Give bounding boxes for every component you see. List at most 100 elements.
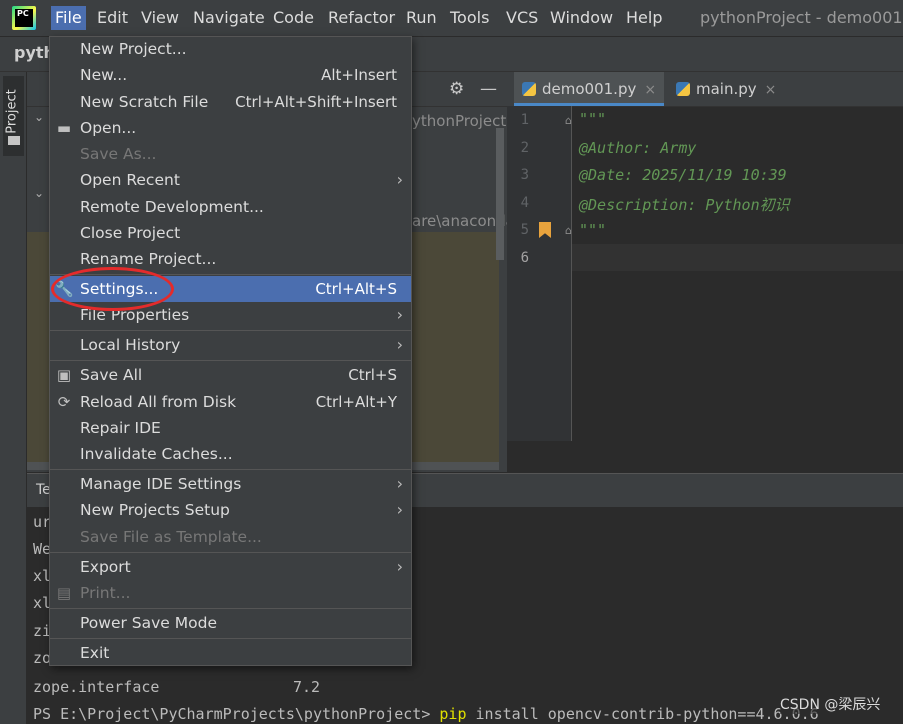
tab-label: demo001.py xyxy=(542,80,637,98)
menu-item-label: Repair IDE xyxy=(80,419,161,437)
menu-help[interactable]: Help xyxy=(622,6,666,30)
line-number: 6 xyxy=(520,250,529,266)
tree-node-path[interactable]: ythonProject xyxy=(412,112,506,130)
terminal-package-name: zope.interface xyxy=(33,678,160,696)
line-number: 2 xyxy=(520,140,529,156)
menu-code[interactable]: Code xyxy=(269,6,318,30)
chevron-right-icon: › xyxy=(396,305,403,324)
editor-gutter xyxy=(507,106,572,441)
menu-item-label: Open... xyxy=(80,119,137,137)
menu-item-print: ▤ Print... xyxy=(50,580,411,606)
chevron-right-icon: › xyxy=(396,335,403,354)
folder-icon xyxy=(8,136,20,145)
menu-item-shortcut: Ctrl+Alt+S xyxy=(315,280,397,298)
menu-item-shortcut: Alt+Insert xyxy=(321,66,397,84)
menu-item-local-history[interactable]: Local History › xyxy=(50,332,411,358)
chevron-down-icon[interactable]: ⌄ xyxy=(34,186,44,200)
chevron-down-icon[interactable]: ⌄ xyxy=(34,110,44,124)
minimize-icon[interactable]: — xyxy=(480,79,497,99)
menu-view[interactable]: View xyxy=(137,6,183,30)
menu-separator xyxy=(50,638,411,639)
menu-item-close-project[interactable]: Close Project xyxy=(50,220,411,246)
menu-item-label: Close Project xyxy=(80,224,181,242)
fold-marker-icon[interactable]: ⌂ xyxy=(565,114,572,127)
tab-label: main.py xyxy=(696,80,757,98)
menu-item-label: Save All xyxy=(80,366,143,384)
terminal-command-line: PS E:\Project\PyCharmProjects\pythonProj… xyxy=(33,705,819,723)
menu-tools[interactable]: Tools xyxy=(446,6,493,30)
menu-item-save-all[interactable]: ▣ Save All Ctrl+S xyxy=(50,362,411,388)
menu-item-new-projects-setup[interactable]: New Projects Setup › xyxy=(50,497,411,523)
menu-item-shortcut: Ctrl+Alt+Y xyxy=(315,393,397,411)
menu-separator xyxy=(50,552,411,553)
menu-item-repair-ide[interactable]: Repair IDE xyxy=(50,415,411,441)
vertical-scrollbar[interactable] xyxy=(496,128,504,260)
menu-item-save-as: Save As... xyxy=(50,141,411,167)
line-number: 3 xyxy=(520,167,529,183)
menu-item-export[interactable]: Export › xyxy=(50,554,411,580)
current-line-highlight xyxy=(572,244,903,271)
menu-item-new[interactable]: New... Alt+Insert xyxy=(50,62,411,88)
terminal-command-args: install opencv-contrib-python==4.6.0.6 xyxy=(466,705,819,723)
menu-separator xyxy=(50,469,411,470)
menu-item-power-save-mode[interactable]: Power Save Mode xyxy=(50,610,411,636)
pycharm-logo-icon: PC xyxy=(12,6,36,30)
menu-item-label: New Projects Setup xyxy=(80,501,230,519)
line-number: 4 xyxy=(520,195,529,211)
chevron-right-icon: › xyxy=(396,170,403,189)
menu-item-manage-ide-settings[interactable]: Manage IDE Settings › xyxy=(50,471,411,497)
menu-item-label: Invalidate Caches... xyxy=(80,445,233,463)
reload-icon: ⟳ xyxy=(57,393,71,411)
menu-item-new-project[interactable]: New Project... xyxy=(50,36,411,62)
terminal-command-keyword: pip xyxy=(439,705,467,723)
line-number: 5 xyxy=(520,222,529,238)
window-title: pythonProject - demo001.p xyxy=(700,8,903,27)
menu-separator xyxy=(50,360,411,361)
menu-item-open[interactable]: ▬ Open... xyxy=(50,115,411,141)
menu-item-remote-development[interactable]: Remote Development... xyxy=(50,194,411,220)
fold-marker-icon[interactable]: ⌂ xyxy=(565,224,572,237)
tab-demo001[interactable]: demo001.py × xyxy=(514,72,664,106)
terminal-prompt: PS E:\Project\PyCharmProjects\pythonProj… xyxy=(33,705,440,723)
project-tool-tab-label: Project xyxy=(4,89,20,134)
menu-item-new-scratch-file[interactable]: New Scratch File Ctrl+Alt+Shift+Insert xyxy=(50,89,411,115)
menu-vcs[interactable]: VCS xyxy=(502,6,542,30)
menu-item-label: Reload All from Disk xyxy=(80,393,237,411)
logo-text: PC xyxy=(15,9,33,27)
menu-file[interactable]: File xyxy=(51,6,86,30)
save-icon: ▣ xyxy=(56,366,72,384)
menu-item-label: Export xyxy=(80,558,131,576)
menu-edit[interactable]: Edit xyxy=(93,6,132,30)
watermark: CSDN @梁辰兴 xyxy=(780,694,881,714)
menu-run[interactable]: Run xyxy=(402,6,441,30)
code-line: @Date: 2025/11/19 10:39 xyxy=(579,166,787,184)
menu-window[interactable]: Window xyxy=(546,6,617,30)
close-icon[interactable]: × xyxy=(765,82,777,98)
menu-item-label: New Scratch File xyxy=(80,93,209,111)
close-icon[interactable]: × xyxy=(644,82,656,98)
menu-item-reload-all[interactable]: ⟳ Reload All from Disk Ctrl+Alt+Y xyxy=(50,389,411,415)
menu-item-save-file-as-template: Save File as Template... xyxy=(50,524,411,550)
menu-item-invalidate-caches[interactable]: Invalidate Caches... xyxy=(50,441,411,467)
folder-icon: ▬ xyxy=(56,119,72,137)
menu-navigate[interactable]: Navigate xyxy=(189,6,269,30)
menu-item-shortcut: Ctrl+Alt+Shift+Insert xyxy=(235,93,397,111)
terminal-package-version: 7.2 xyxy=(293,678,321,696)
menu-separator xyxy=(50,330,411,331)
menu-item-open-recent[interactable]: Open Recent › xyxy=(50,167,411,193)
code-line: """ xyxy=(579,221,607,239)
code-line: @Description: Python初识 xyxy=(579,196,790,214)
python-file-icon xyxy=(676,82,690,96)
annotation-circle xyxy=(51,267,174,311)
menu-item-label: Exit xyxy=(80,644,110,662)
menu-item-label: Print... xyxy=(80,584,131,602)
python-file-icon xyxy=(522,82,536,96)
gear-icon[interactable]: ⚙ xyxy=(449,79,464,99)
menu-item-label: Manage IDE Settings xyxy=(80,475,242,493)
menu-separator xyxy=(50,608,411,609)
menu-item-label: New Project... xyxy=(80,40,187,58)
menu-refactor[interactable]: Refactor xyxy=(324,6,399,30)
chevron-right-icon: › xyxy=(396,474,403,493)
tab-main[interactable]: main.py × xyxy=(676,72,776,106)
menu-item-exit[interactable]: Exit xyxy=(50,640,411,666)
